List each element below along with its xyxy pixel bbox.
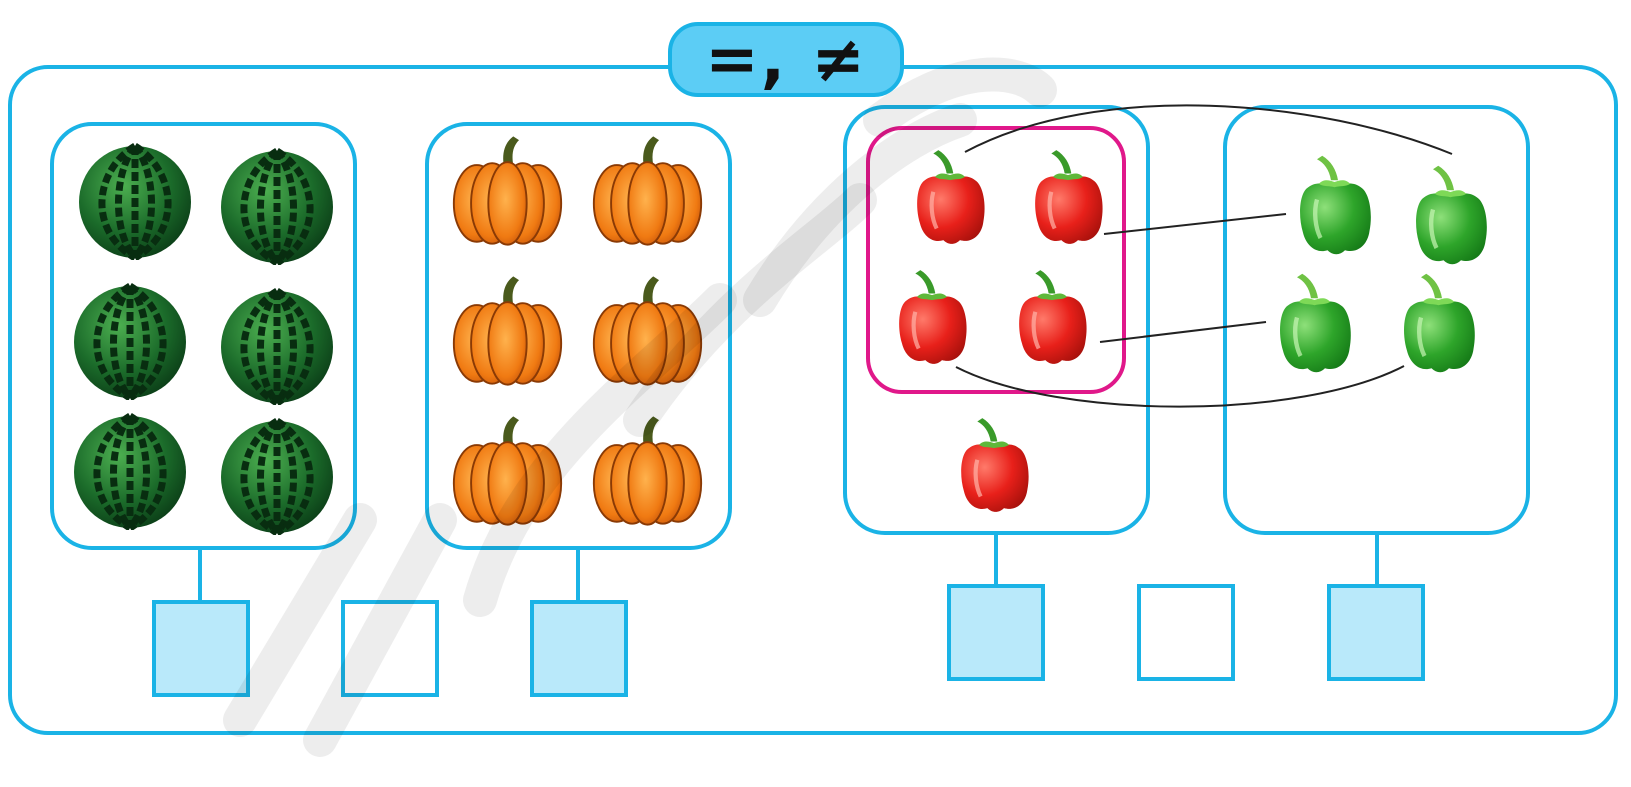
watermelon-icon: [70, 280, 190, 400]
red-pepper-icon: [1018, 136, 1118, 261]
title-symbols: =, ≠: [705, 22, 867, 97]
red-pepper-icon: [944, 404, 1044, 529]
connector-stem: [1375, 535, 1379, 587]
answer-box-compare-left[interactable]: [341, 600, 439, 697]
answer-box-pumpkin-count[interactable]: [530, 600, 628, 697]
watermelon-icon: [217, 285, 337, 405]
connector-stem: [994, 535, 998, 587]
red-pepper-icon: [1002, 256, 1102, 381]
pumpkin-icon: [590, 270, 705, 390]
answer-box-red-pepper-count[interactable]: [947, 584, 1045, 681]
pumpkin-icon: [450, 130, 565, 250]
green-pepper-icon: [1282, 144, 1387, 269]
pumpkin-icon: [450, 270, 565, 390]
answer-box-watermelon-count[interactable]: [152, 600, 250, 697]
pumpkin-icon: [450, 410, 565, 530]
green-pepper-icon: [1386, 262, 1491, 387]
green-pepper-icon: [1262, 262, 1367, 387]
green-pepper-icon: [1398, 154, 1503, 279]
answer-box-compare-right[interactable]: [1137, 584, 1235, 681]
red-pepper-icon: [882, 256, 982, 381]
watermelon-icon: [70, 410, 190, 530]
pumpkin-icon: [590, 410, 705, 530]
watermelon-icon: [217, 415, 337, 535]
answer-box-green-pepper-count[interactable]: [1327, 584, 1425, 681]
watermelon-icon: [75, 140, 195, 260]
title-pill: =, ≠: [668, 22, 904, 97]
watermelon-icon: [217, 145, 337, 265]
connector-stem: [576, 550, 580, 602]
connector-stem: [198, 550, 202, 602]
red-pepper-icon: [900, 136, 1000, 261]
pumpkin-icon: [590, 130, 705, 250]
